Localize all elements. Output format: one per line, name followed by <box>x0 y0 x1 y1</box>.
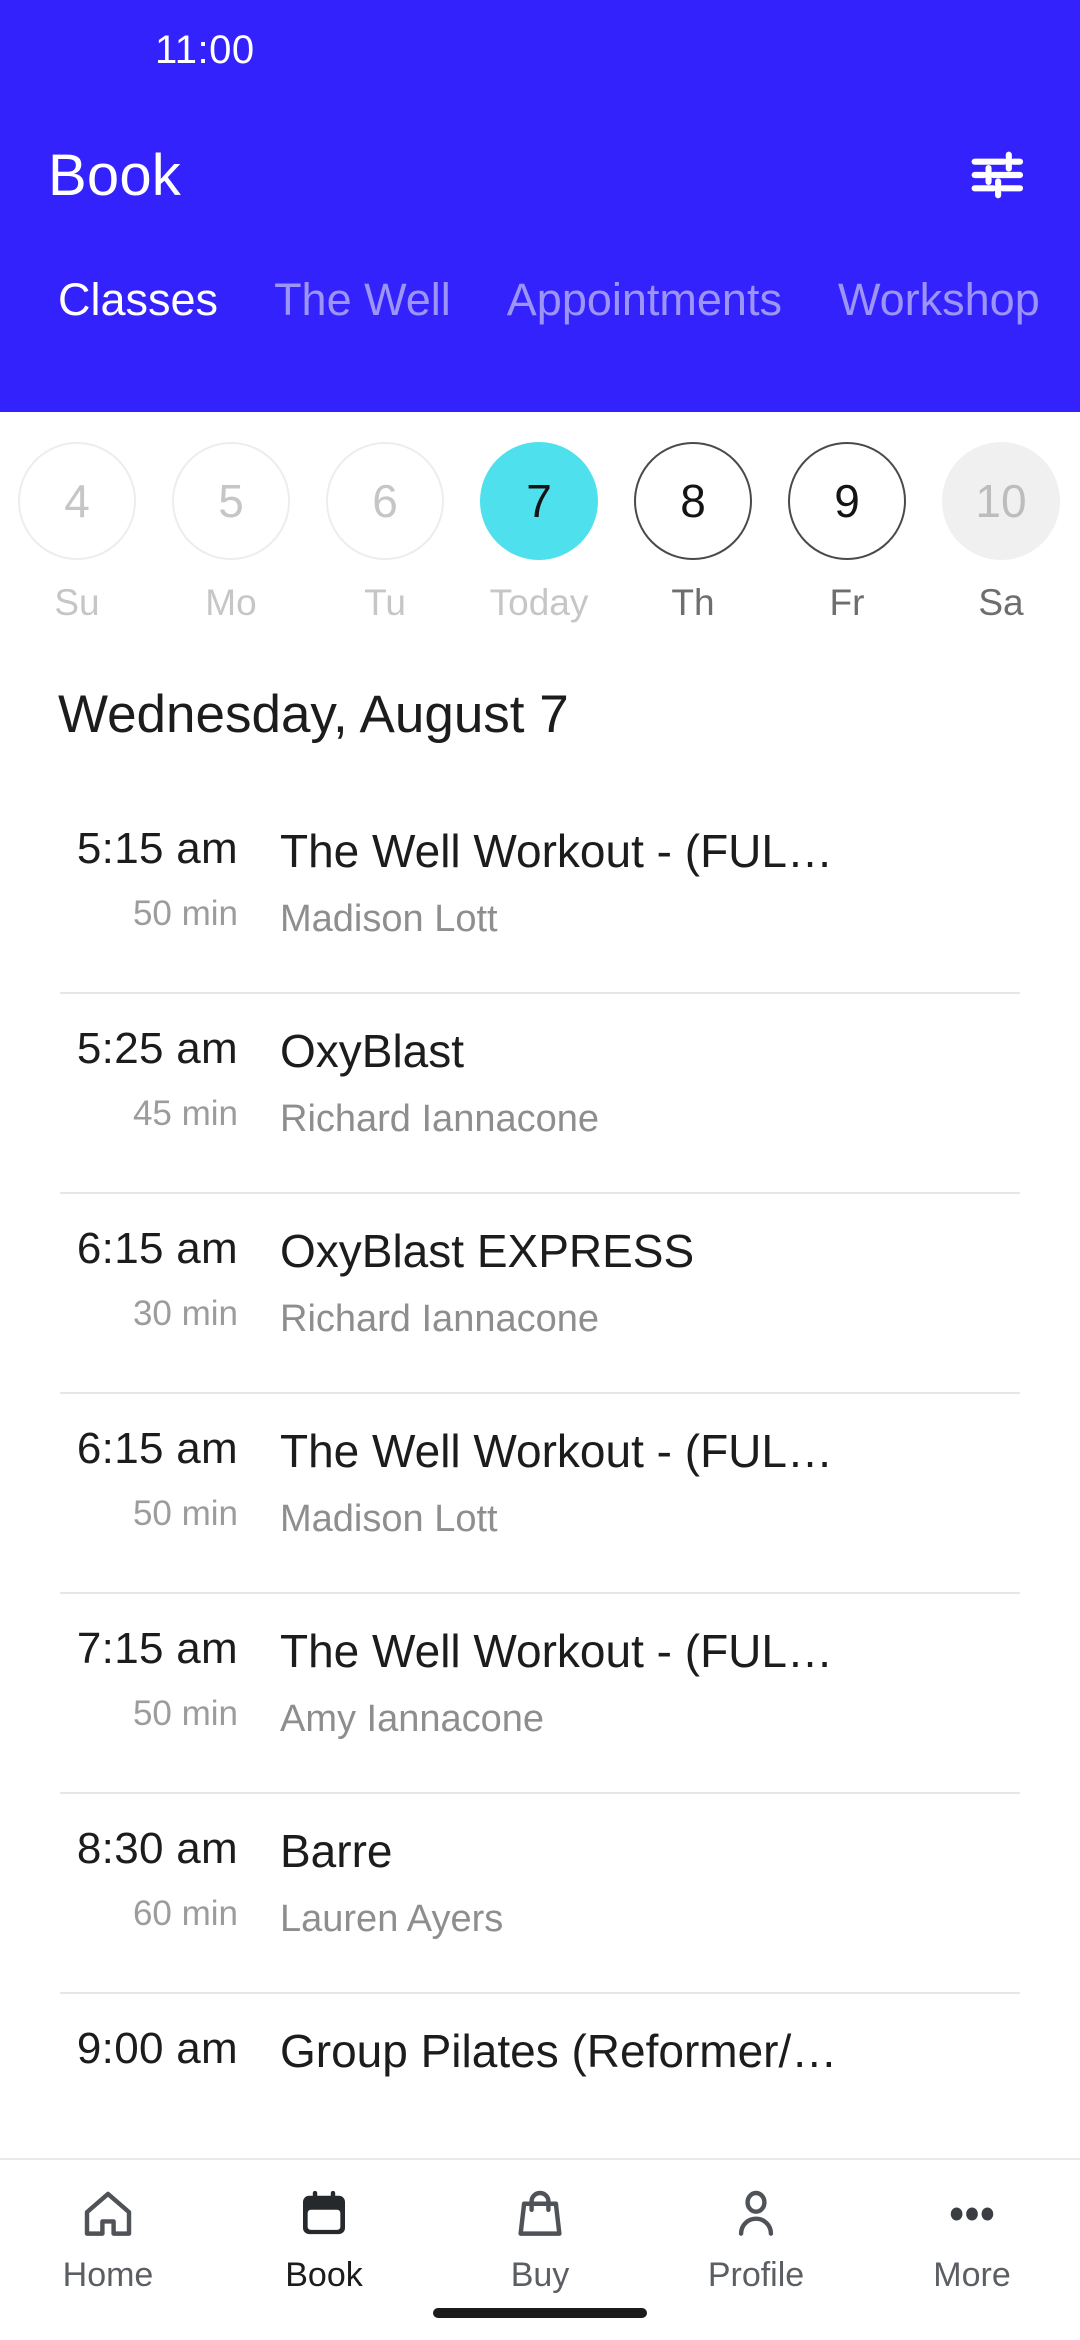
class-instructor: Richard Iannacone <box>280 1098 599 1140</box>
class-info-column: OxyBlast EXPRESS Richard Iannacone <box>280 1224 1080 1341</box>
nav-item-book[interactable]: Book <box>216 2186 432 2295</box>
class-start-time: 8:30 am <box>76 1824 238 1873</box>
date-weekday: Tu <box>364 582 406 623</box>
class-start-time: 6:15 am <box>76 1224 238 1273</box>
class-name: Barre <box>280 1825 393 1877</box>
app-bar: Book <box>0 100 1080 250</box>
class-info-column: The Well Workout - (FUL… Madison Lott <box>280 1424 1080 1541</box>
date-number: 6 <box>326 442 444 560</box>
class-name: Group Pilates (Reformer/… <box>280 2025 838 2077</box>
nav-item-buy[interactable]: Buy <box>432 2186 648 2295</box>
date-number: 8 <box>634 442 752 560</box>
bag-icon <box>512 2186 568 2242</box>
date-cell-5[interactable]: 5 Mo <box>154 442 308 624</box>
class-start-time: 5:15 am <box>76 824 238 873</box>
nav-label-buy: Buy <box>510 2256 570 2294</box>
class-time-column: 5:25 am 45 min <box>0 1024 280 1134</box>
class-time-column: 5:15 am 50 min <box>0 824 280 934</box>
tab-the-well[interactable]: The Well <box>246 274 479 360</box>
date-number: 9 <box>788 442 906 560</box>
class-list-item[interactable]: 6:15 am 50 min The Well Workout - (FUL… … <box>0 1392 1080 1592</box>
class-time-column: 6:15 am 30 min <box>0 1224 280 1334</box>
class-instructor: Amy Iannacone <box>280 1698 545 1740</box>
class-list-item[interactable]: 9:00 am Group Pilates (Reformer/… <box>0 1992 1080 2158</box>
date-cell-4[interactable]: 4 Su <box>0 442 154 624</box>
class-name: OxyBlast <box>280 1025 465 1077</box>
nav-label-profile: Profile <box>707 2256 805 2294</box>
class-time-column: 7:15 am 50 min <box>0 1624 280 1734</box>
date-cell-8[interactable]: 8 Th <box>616 442 770 624</box>
nav-label-more: More <box>933 2256 1011 2294</box>
class-info-column: Group Pilates (Reformer/… <box>280 2024 1080 2098</box>
class-instructor: Madison Lott <box>280 898 498 940</box>
class-name: The Well Workout - (FUL… <box>280 1425 833 1477</box>
tab-classes[interactable]: Classes <box>30 274 246 360</box>
status-bar: 11:00 <box>0 0 1080 100</box>
nav-item-home[interactable]: Home <box>0 2186 216 2295</box>
class-start-time: 7:15 am <box>76 1624 238 1673</box>
class-start-time: 9:00 am <box>76 2024 238 2073</box>
class-time-column: 6:15 am 50 min <box>0 1424 280 1534</box>
class-info-column: The Well Workout - (FUL… Madison Lott <box>280 824 1080 941</box>
date-weekday: Today <box>489 582 589 623</box>
class-time-column: 8:30 am 60 min <box>0 1824 280 1934</box>
class-start-time: 6:15 am <box>76 1424 238 1473</box>
page-title: Book <box>48 142 181 208</box>
class-info-column: OxyBlast Richard Iannacone <box>280 1024 1080 1141</box>
person-icon <box>728 2186 784 2242</box>
date-weekday: Fr <box>829 582 865 623</box>
date-cell-10[interactable]: 10 Sa <box>924 442 1078 624</box>
class-list-item[interactable]: 5:25 am 45 min OxyBlast Richard Iannacon… <box>0 992 1080 1192</box>
tab-appointments[interactable]: Appointments <box>479 274 810 360</box>
date-weekday: Sa <box>978 582 1024 623</box>
date-cell-6[interactable]: 6 Tu <box>308 442 462 624</box>
class-duration: 60 min <box>132 1894 238 1933</box>
nav-label-home: Home <box>62 2256 154 2294</box>
class-instructor: Richard Iannacone <box>280 1298 599 1340</box>
class-list-item[interactable]: 8:30 am 60 min Barre Lauren Ayers <box>0 1792 1080 1992</box>
class-name: The Well Workout - (FUL… <box>280 825 833 877</box>
class-name: The Well Workout - (FUL… <box>280 1625 833 1677</box>
tab-bar: Classes The Well Appointments Workshop <box>0 250 1080 360</box>
date-number: 5 <box>172 442 290 560</box>
date-cell-7-selected[interactable]: 7 Today <box>462 442 616 624</box>
date-strip: 4 Su 5 Mo 6 Tu 7 Today 8 Th 9 Fr 10 Sa <box>0 412 1080 662</box>
app-screen: 11:00 Book Classes The Well Appointments… <box>0 0 1080 2340</box>
class-duration: 50 min <box>132 1494 238 1533</box>
tab-workshops[interactable]: Workshop <box>810 274 1068 360</box>
status-bar-clock: 11:00 <box>155 27 255 72</box>
nav-item-more[interactable]: More <box>864 2186 1080 2295</box>
class-duration: 50 min <box>132 1694 238 1733</box>
class-list-item[interactable]: 7:15 am 50 min The Well Workout - (FUL… … <box>0 1592 1080 1792</box>
date-weekday: Su <box>54 582 100 623</box>
class-time-column: 9:00 am <box>0 2024 280 2094</box>
calendar-icon <box>296 2186 352 2242</box>
home-indicator[interactable] <box>433 2308 647 2318</box>
class-name: OxyBlast EXPRESS <box>280 1225 695 1277</box>
class-info-column: The Well Workout - (FUL… Amy Iannacone <box>280 1624 1080 1741</box>
date-number: 10 <box>942 442 1060 560</box>
nav-label-book: Book <box>285 2256 363 2294</box>
date-cell-9[interactable]: 9 Fr <box>770 442 924 624</box>
class-instructor: Madison Lott <box>280 1498 498 1540</box>
home-icon <box>80 2186 136 2242</box>
class-duration: 45 min <box>132 1094 238 1133</box>
date-weekday: Th <box>671 582 715 623</box>
date-number: 7 <box>480 442 598 560</box>
tune-icon[interactable] <box>964 143 1028 207</box>
date-number: 4 <box>18 442 136 560</box>
class-list[interactable]: 5:15 am 50 min The Well Workout - (FUL… … <box>0 792 1080 2158</box>
ellipsis-icon <box>944 2186 1000 2242</box>
class-instructor: Lauren Ayers <box>280 1898 504 1940</box>
nav-item-profile[interactable]: Profile <box>648 2186 864 2295</box>
class-duration: 30 min <box>132 1294 238 1333</box>
class-list-item[interactable]: 6:15 am 30 min OxyBlast EXPRESS Richard … <box>0 1192 1080 1392</box>
class-list-item[interactable]: 5:15 am 50 min The Well Workout - (FUL… … <box>0 792 1080 992</box>
app-header: 11:00 Book Classes The Well Appointments… <box>0 0 1080 412</box>
schedule-date-heading: Wednesday, August 7 <box>58 685 569 744</box>
class-duration: 50 min <box>132 894 238 933</box>
class-start-time: 5:25 am <box>76 1024 238 1073</box>
class-info-column: Barre Lauren Ayers <box>280 1824 1080 1941</box>
date-weekday: Mo <box>205 582 257 623</box>
